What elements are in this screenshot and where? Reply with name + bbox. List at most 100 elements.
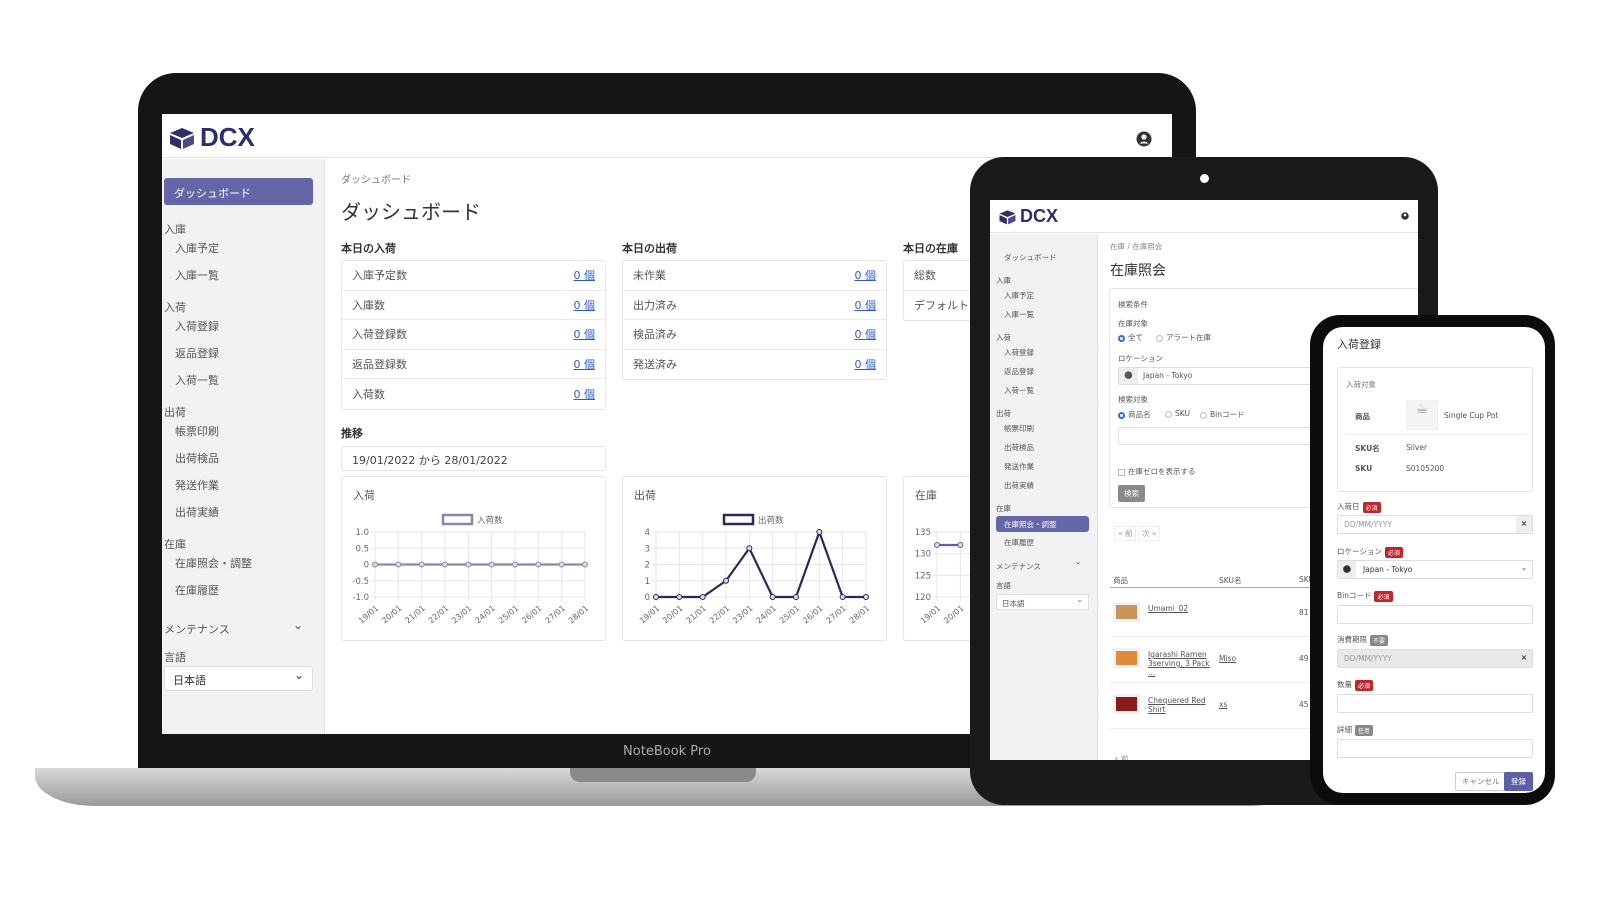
sidebar-item[interactable]: 入庫一覧: [1004, 309, 1034, 320]
summary-value-link[interactable]: 0 個: [855, 297, 877, 313]
summary-value-link[interactable]: 0 個: [855, 356, 877, 372]
location-select[interactable]: ⬤ Japan - Tokyo ⌄: [1337, 560, 1533, 579]
detail-input[interactable]: [1337, 739, 1533, 758]
legend-swatch[interactable]: [722, 513, 755, 526]
sidebar-item[interactable]: 入庫一覧: [175, 267, 219, 283]
cancel-button[interactable]: キャンセル: [1455, 772, 1507, 791]
sidebar-item[interactable]: 帳票印刷: [1004, 423, 1034, 434]
data-point[interactable]: [957, 542, 964, 548]
radio-alert-stock[interactable]: アラート在庫: [1156, 332, 1211, 343]
summary-value-link[interactable]: 0 個: [855, 326, 877, 342]
summary-value-link[interactable]: 0 個: [574, 297, 596, 313]
product-link[interactable]: Chequered Red Shirt: [1148, 696, 1212, 714]
x-tick-label: 27/01: [825, 604, 848, 626]
breadcrumb[interactable]: 在庫 / 在庫照会: [1110, 241, 1162, 252]
sidebar-item[interactable]: 入荷登録: [175, 318, 219, 334]
data-point[interactable]: [934, 542, 940, 548]
sidebar-item-dashboard[interactable]: ダッシュボード: [1004, 252, 1057, 263]
data-point[interactable]: [418, 561, 425, 568]
data-point[interactable]: [512, 561, 518, 568]
sidebar-item[interactable]: 返品登録: [1004, 366, 1034, 377]
sidebar-item[interactable]: 入荷一覧: [1004, 385, 1034, 396]
submit-button[interactable]: 登録: [1504, 772, 1533, 791]
data-point[interactable]: [769, 594, 776, 600]
data-point[interactable]: [746, 545, 753, 552]
summary-value-link[interactable]: 0 個: [855, 267, 877, 283]
sidebar-item[interactable]: 出荷実績: [1004, 480, 1034, 491]
sidebar-maintenance[interactable]: メンテナンス: [164, 621, 230, 637]
data-point[interactable]: [793, 594, 799, 600]
data-point[interactable]: [863, 594, 869, 600]
bin-code-input[interactable]: [1337, 605, 1533, 624]
legend-label[interactable]: 入荷数: [477, 515, 503, 526]
data-point[interactable]: [653, 594, 659, 600]
sidebar-item[interactable]: 出荷検品: [175, 450, 219, 466]
sidebar-item[interactable]: 返品登録: [175, 345, 219, 361]
sidebar-maintenance[interactable]: メンテナンス: [996, 561, 1041, 572]
legend-swatch[interactable]: [441, 513, 474, 526]
language-select[interactable]: 日本語 ⌄: [164, 666, 313, 691]
data-point[interactable]: [372, 561, 378, 568]
sidebar-item[interactable]: 入荷登録: [1004, 347, 1034, 358]
prev-page-button[interactable]: « 前: [1114, 526, 1137, 541]
data-point[interactable]: [395, 561, 402, 568]
data-point[interactable]: [839, 594, 846, 600]
product-link[interactable]: Igarashi Ramen 3serving, 3 Pack ...: [1148, 650, 1212, 677]
arrival-date-input[interactable]: DD/MM/YYYY ×: [1337, 515, 1533, 534]
sidebar-item[interactable]: 帳票印刷: [175, 423, 219, 439]
data-point[interactable]: [465, 561, 472, 568]
radio-product-name[interactable]: 商品名: [1118, 409, 1151, 420]
language-select[interactable]: 日本語 ⌄: [996, 594, 1089, 610]
summary-value-link[interactable]: 0 個: [574, 326, 596, 342]
sidebar-item[interactable]: 入荷一覧: [175, 372, 219, 388]
data-point[interactable]: [816, 529, 823, 535]
chevron-down-icon[interactable]: ⌄: [293, 618, 303, 632]
radio-all[interactable]: 全て: [1118, 332, 1143, 343]
radio-sku[interactable]: SKU: [1165, 409, 1190, 418]
data-point[interactable]: [535, 561, 542, 568]
next-page-button[interactable]: 次 »: [1138, 526, 1161, 541]
radio-bin-code[interactable]: Binコード: [1200, 409, 1244, 420]
expiry-date-input[interactable]: DD/MM/YYYY ×: [1337, 649, 1533, 668]
sidebar-item[interactable]: 発送作業: [175, 477, 219, 493]
summary-value-link[interactable]: 0 個: [574, 386, 596, 402]
sidebar-item-dashboard[interactable]: ダッシュボード: [164, 178, 313, 205]
quantity-input[interactable]: [1337, 694, 1533, 713]
summary-value-link[interactable]: 0 個: [574, 267, 596, 283]
sidebar-item[interactable]: 在庫履歴: [1004, 537, 1034, 548]
show-zero-checkbox[interactable]: 在庫ゼロを表示する: [1118, 466, 1196, 477]
sidebar-item[interactable]: 入庫予定: [1004, 290, 1034, 301]
clear-icon[interactable]: ×: [1516, 516, 1532, 533]
prev-page-button-bottom[interactable]: « 前: [1114, 753, 1128, 760]
sidebar-item[interactable]: 在庫履歴: [175, 582, 219, 598]
date-range-input[interactable]: 19/01/2022 から 28/01/2022: [341, 446, 606, 471]
data-point[interactable]: [582, 561, 588, 568]
sku-name-link[interactable]: Miso: [1219, 654, 1236, 663]
sidebar-item[interactable]: 発送作業: [1004, 461, 1034, 472]
data-point[interactable]: [676, 594, 683, 600]
summary-value-link[interactable]: 0 個: [574, 356, 596, 372]
sku-name-link[interactable]: xs: [1219, 700, 1227, 709]
sidebar-item[interactable]: 出荷実績: [175, 504, 219, 520]
user-account-icon[interactable]: [1401, 212, 1409, 220]
sidebar-item[interactable]: 在庫照会・調整: [175, 555, 252, 571]
data-point[interactable]: [699, 594, 706, 600]
cube-logo-icon: [999, 209, 1016, 224]
product-link[interactable]: Umami_02: [1148, 604, 1212, 613]
search-button[interactable]: 検索: [1118, 485, 1145, 502]
data-point[interactable]: [723, 577, 729, 584]
breadcrumb[interactable]: ダッシュボード: [341, 171, 411, 186]
legend-label[interactable]: 出荷数: [758, 515, 784, 526]
radio-label: 全て: [1128, 333, 1143, 342]
sidebar-item[interactable]: 出荷検品: [1004, 442, 1034, 453]
sidebar-item[interactable]: 入庫予定: [175, 240, 219, 256]
data-point[interactable]: [442, 561, 448, 568]
data-point[interactable]: [488, 561, 495, 568]
sidebar-item-stock-inquiry[interactable]: 在庫照会・調整: [996, 516, 1089, 532]
data-point[interactable]: [558, 561, 565, 568]
tablet-logo[interactable]: DCX: [998, 206, 1058, 227]
logo[interactable]: DCX: [168, 122, 255, 153]
user-account-icon[interactable]: [1136, 131, 1152, 147]
chevron-down-icon[interactable]: ⌄: [1075, 557, 1081, 566]
clear-icon[interactable]: ×: [1516, 650, 1532, 667]
